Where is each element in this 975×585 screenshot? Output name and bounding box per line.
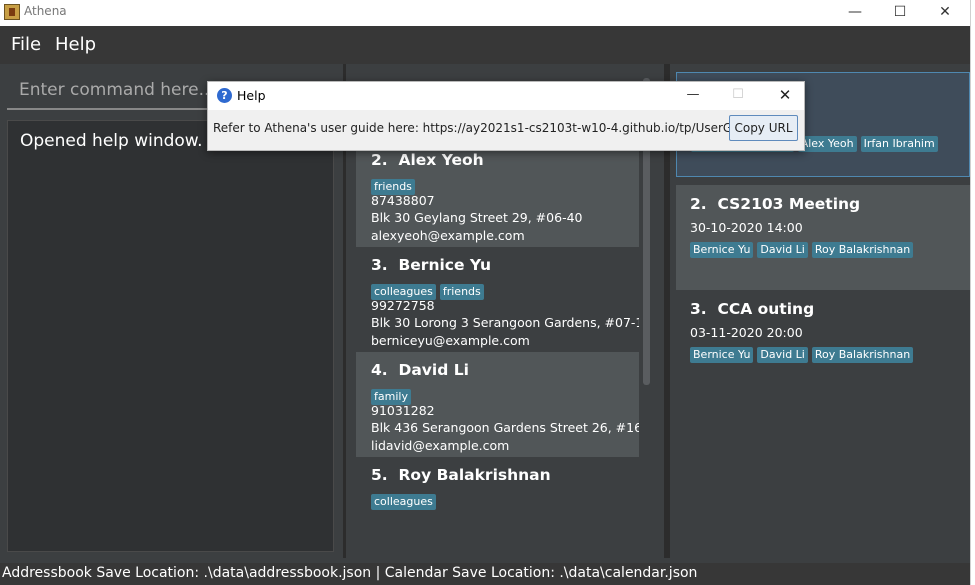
person-tags: colleagues friends [371, 280, 488, 300]
person-name-text: David Li [398, 361, 469, 379]
attendee-badge: David Li [757, 242, 808, 258]
person-name: 5. Roy Balakrishnan [371, 466, 551, 484]
attendee-badge: Roy Balakrishnan [811, 347, 914, 363]
person-name-text: Roy Balakrishnan [398, 466, 551, 484]
event-time: 03-11-2020 20:00 [690, 325, 803, 340]
status-bar: Addressbook Save Location: .\data\addres… [0, 563, 970, 585]
menu-bar: File Help [0, 26, 970, 64]
window-title: Athena [24, 4, 67, 18]
event-attendees: Bernice Yu David Li Roy Balakrishnan [690, 343, 917, 363]
person-card[interactable]: 5. Roy Balakrishnan colleagues [356, 457, 639, 546]
command-input[interactable]: Enter command here... [19, 80, 215, 100]
event-name-text: CCA outing [717, 300, 815, 318]
event-attendees: Bernice Yu David Li Roy Balakrishnan [690, 238, 917, 258]
status-text: Addressbook Save Location: .\data\addres… [2, 565, 698, 581]
person-email: lidavid@example.com [371, 438, 510, 453]
person-address: Blk 436 Serangoon Gardens Street 26, #16… [371, 420, 639, 435]
event-card[interactable]: 3. CCA outing 03-11-2020 20:00 Bernice Yu D… [676, 290, 970, 395]
tag-badge: friends [439, 284, 484, 300]
result-text: Opened help window. [20, 131, 203, 151]
person-email: alexyeoh@example.com [371, 228, 525, 243]
person-index: 4. [371, 361, 388, 379]
attendee-badge: Roy Balakrishnan [811, 242, 914, 258]
event-name: 3. CCA outing [690, 300, 814, 318]
attendee-badge: David Li [757, 347, 808, 363]
help-maximize-button: ☐ [732, 87, 744, 102]
event-index: 2. [690, 195, 707, 213]
help-minimize-button[interactable]: — [673, 84, 713, 108]
person-address: Blk 30 Lorong 3 Serangoon Gardens, #07-1… [371, 315, 639, 330]
person-card[interactable]: 2. Alex Yeoh friends 87438807 Blk 30 Geylan… [356, 142, 639, 247]
person-phone: 91031282 [371, 403, 435, 418]
background-window-edge [970, 0, 975, 585]
person-index: 5. [371, 466, 388, 484]
copy-url-button[interactable]: Copy URL [729, 115, 798, 141]
attendee-badge: Bernice Yu [690, 347, 754, 363]
person-index: 3. [371, 256, 388, 274]
attendee-badge: Irfan Ibrahim [860, 136, 938, 152]
event-index: 3. [690, 300, 707, 318]
minimize-button[interactable]: — [832, 0, 878, 26]
attendee-badge: Bernice Yu [690, 242, 754, 258]
attendee-badge: Alex Yeoh [797, 136, 857, 152]
help-title-bar: ? Help — ☐ ✕ [208, 82, 804, 110]
close-button[interactable]: ✕ [922, 0, 968, 26]
tag-badge: colleagues [371, 494, 436, 510]
help-dialog: ? Help — ☐ ✕ Refer to Athena's user guid… [207, 81, 805, 151]
event-time: 30-10-2020 14:00 [690, 220, 803, 235]
person-name-text: Bernice Yu [398, 256, 492, 274]
person-card[interactable]: 4. David Li family 91031282 Blk 436 Serango… [356, 352, 639, 457]
person-name-text: Alex Yeoh [398, 151, 484, 169]
person-tags: colleagues [371, 490, 440, 510]
help-title: Help [237, 88, 266, 103]
help-message: Refer to Athena's user guide here: https… [213, 121, 790, 135]
person-address: Blk 30 Geylang Street 29, #06-40 [371, 210, 583, 225]
app-icon [4, 4, 20, 20]
person-phone: 87438807 [371, 193, 435, 208]
person-tags: friends [371, 175, 419, 195]
menu-help[interactable]: Help [55, 34, 96, 55]
event-name: 2. CS2103 Meeting [690, 195, 860, 213]
person-index: 2. [371, 151, 388, 169]
person-name: 2. Alex Yeoh [371, 151, 484, 169]
person-email: berniceyu@example.com [371, 333, 530, 348]
help-close-button[interactable]: ✕ [765, 84, 805, 108]
event-name-text: CS2103 Meeting [717, 195, 861, 213]
person-tags: family [371, 385, 415, 405]
menu-file[interactable]: File [11, 34, 41, 55]
event-card[interactable]: 2. CS2103 Meeting 30-10-2020 14:00 Bernice… [676, 185, 970, 290]
person-name: 3. Bernice Yu [371, 256, 491, 274]
title-bar: Athena — ☐ ✕ [0, 0, 970, 26]
help-icon: ? [217, 88, 232, 103]
result-display: Opened help window. [7, 120, 334, 552]
person-phone: 99272758 [371, 298, 435, 313]
maximize-button[interactable]: ☐ [877, 0, 923, 26]
person-card[interactable]: 3. Bernice Yu colleagues friends 99272758 Bl… [356, 247, 639, 352]
person-name: 4. David Li [371, 361, 469, 379]
